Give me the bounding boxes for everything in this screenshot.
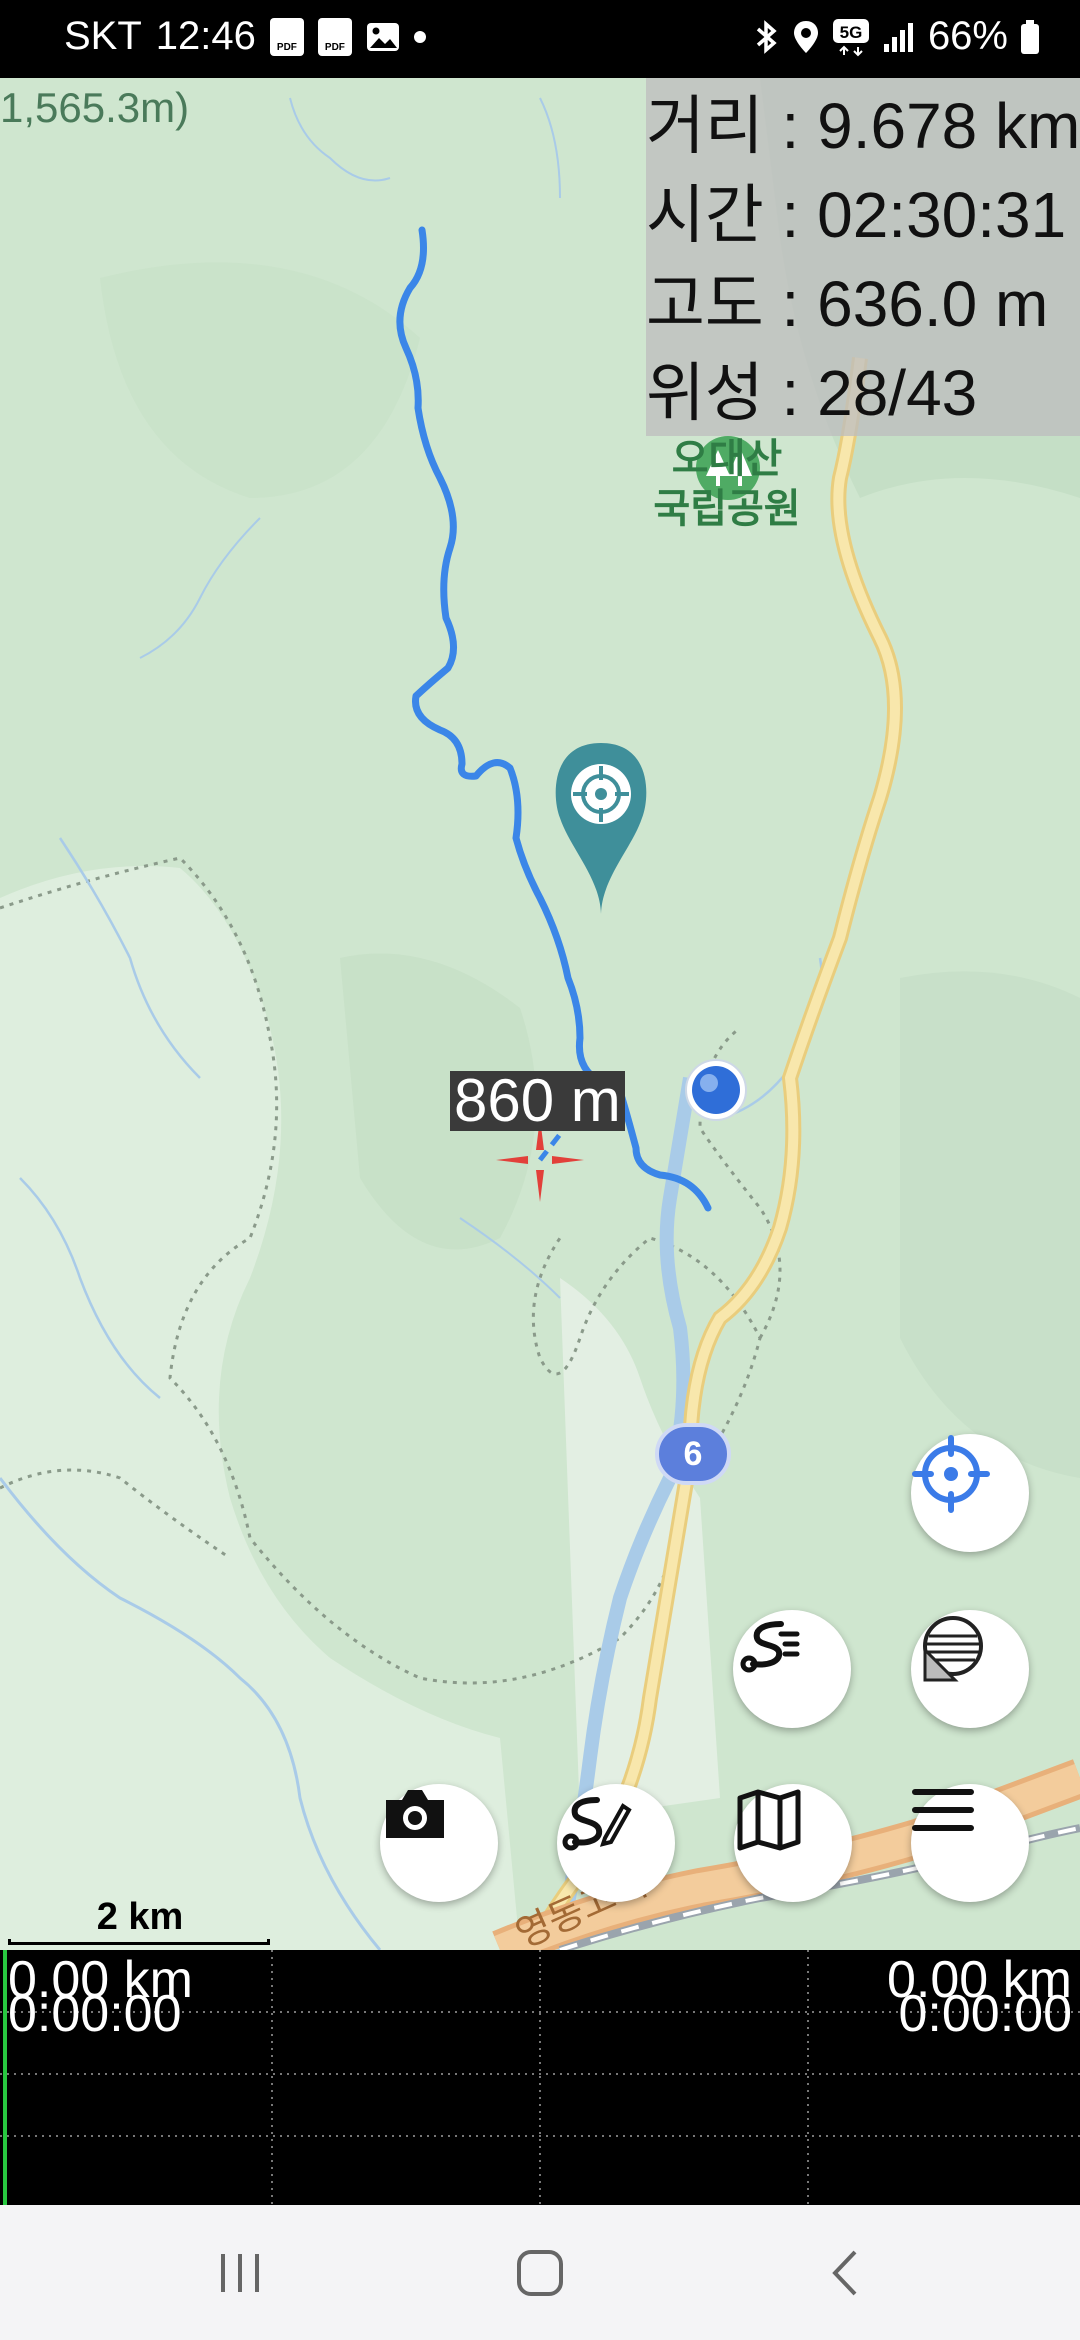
signal-strength-icon <box>882 20 916 54</box>
time-readout: 시간 : 02:30:31 <box>646 179 1067 251</box>
carrier-label: SKT <box>64 14 142 58</box>
battery-percent: 66% <box>927 14 1008 58</box>
status-bar: SKT 12:46 PDF PDF 5G 66% <box>0 0 1080 78</box>
elevation-graph[interactable]: 0.00 km 0:00:00 0.00 km 0:00:00 <box>0 1950 1080 2205</box>
altitude-readout: 고도 : 636.0 m <box>646 268 1049 340</box>
system-navigation-bar <box>0 2205 1080 2340</box>
distance-to-target-label: 860 m <box>450 1071 625 1131</box>
back-button[interactable] <box>795 2235 895 2315</box>
network-5g-icon: 5G <box>832 17 870 57</box>
camera-button[interactable] <box>380 1784 498 1902</box>
recent-apps-button[interactable] <box>190 2235 290 2315</box>
pdf-notification-icon: PDF <box>317 17 352 56</box>
image-notification-icon <box>366 20 400 54</box>
route-number-badge: 6 <box>655 1423 731 1485</box>
national-park-label: 오대산 국립공원 <box>653 436 801 532</box>
back-icon <box>825 2248 865 2302</box>
home-button[interactable] <box>490 2235 590 2315</box>
location-icon <box>792 19 820 55</box>
home-icon <box>515 2248 565 2302</box>
pdf-notification-icon: PDF <box>269 17 304 56</box>
map-select-button[interactable] <box>734 1784 852 1902</box>
peak-elevation-label: 1,565.3m) <box>0 84 190 131</box>
current-location-icon <box>685 1059 747 1121</box>
distance-readout: 거리 : 9.678 km <box>646 90 1080 162</box>
more-notifications-dot-icon <box>413 30 426 43</box>
recent-apps-icon <box>215 2250 265 2300</box>
bluetooth-icon <box>754 19 780 55</box>
svg-text:5G: 5G <box>840 23 863 42</box>
map-scale-bar: 2 km <box>8 1896 272 1945</box>
locate-button[interactable] <box>911 1434 1029 1552</box>
layers-button[interactable] <box>911 1610 1029 1728</box>
graph-end-time: 0:00:00 <box>898 1985 1073 2043</box>
map-view[interactable]: 영동고속 1,565.3m) 거리 : 9.678 km 시간 : 02:30:… <box>0 78 1080 1950</box>
track-list-button[interactable] <box>733 1610 851 1728</box>
satellite-readout: 위성 : 28/43 <box>646 357 978 429</box>
graph-start-time: 0:00:00 <box>8 1985 182 2043</box>
draw-route-button[interactable] <box>557 1784 675 1902</box>
menu-button[interactable] <box>911 1784 1029 1902</box>
clock: 12:46 <box>155 14 256 58</box>
track-info-panel: 거리 : 9.678 km 시간 : 02:30:31 고도 : 636.0 m… <box>646 78 1080 436</box>
battery-icon <box>1020 19 1040 55</box>
